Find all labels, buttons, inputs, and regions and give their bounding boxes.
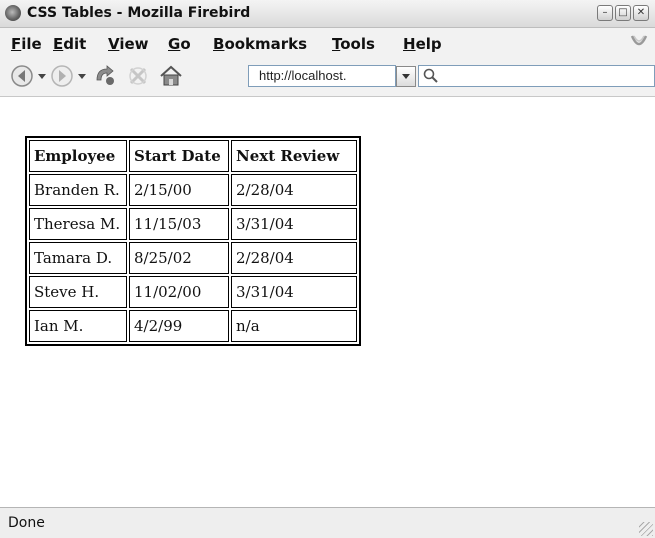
magnifier-icon — [423, 68, 438, 83]
firebird-app-icon — [5, 5, 21, 21]
cell-next-review: 3/31/04 — [231, 208, 357, 240]
cell-start-date: 2/15/00 — [129, 174, 229, 206]
navigation-toolbar: http://localhost. — [0, 58, 655, 97]
cell-next-review: n/a — [231, 310, 357, 342]
minimize-button[interactable]: – — [597, 5, 613, 21]
menu-help[interactable]: Help — [403, 35, 442, 53]
cell-employee: Ian M. — [29, 310, 127, 342]
header-employee: Employee — [29, 140, 127, 172]
cell-next-review: 2/28/04 — [231, 174, 357, 206]
cell-employee: Steve H. — [29, 276, 127, 308]
menu-bookmarks[interactable]: Bookmarks — [213, 35, 307, 53]
throbber-icon — [630, 35, 648, 46]
browser-window: CSS Tables - Mozilla Firebird – □ ✕ File… — [0, 0, 655, 538]
home-icon[interactable] — [158, 64, 184, 88]
back-history-dropdown[interactable] — [38, 74, 46, 79]
maximize-button[interactable]: □ — [615, 5, 631, 21]
menu-bar: File Edit View Go Bookmarks Tools Help — [0, 28, 655, 58]
forward-icon[interactable] — [50, 64, 74, 88]
page-content: Employee Start Date Next Review Branden … — [0, 97, 655, 507]
search-field[interactable] — [418, 65, 655, 87]
menu-edit[interactable]: Edit — [53, 35, 86, 53]
status-text: Done — [8, 515, 45, 531]
menu-tools[interactable]: Tools — [332, 35, 375, 53]
cell-next-review: 3/31/04 — [231, 276, 357, 308]
cell-start-date: 11/02/00 — [129, 276, 229, 308]
employee-table: Employee Start Date Next Review Branden … — [25, 136, 361, 346]
resize-grip-icon[interactable] — [639, 522, 653, 536]
forward-history-dropdown[interactable] — [78, 74, 86, 79]
cell-start-date: 8/25/02 — [129, 242, 229, 274]
url-history-dropdown[interactable] — [396, 66, 416, 87]
header-start-date: Start Date — [129, 140, 229, 172]
cell-employee: Theresa M. — [29, 208, 127, 240]
table-row: Ian M. 4/2/99 n/a — [29, 310, 357, 342]
cell-employee: Branden R. — [29, 174, 127, 206]
title-bar[interactable]: CSS Tables - Mozilla Firebird – □ ✕ — [0, 0, 655, 28]
cell-start-date: 11/15/03 — [129, 208, 229, 240]
menu-go[interactable]: Go — [168, 35, 191, 53]
close-button[interactable]: ✕ — [633, 5, 649, 21]
window-title: CSS Tables - Mozilla Firebird — [27, 5, 251, 21]
menu-view[interactable]: View — [108, 35, 149, 53]
cell-employee: Tamara D. — [29, 242, 127, 274]
cell-start-date: 4/2/99 — [129, 310, 229, 342]
url-text: http://localhost. — [259, 68, 347, 83]
stop-icon[interactable] — [126, 64, 150, 88]
menu-file[interactable]: File — [11, 35, 42, 53]
table-header-row: Employee Start Date Next Review — [29, 140, 357, 172]
header-next-review: Next Review — [231, 140, 357, 172]
cell-next-review: 2/28/04 — [231, 242, 357, 274]
table-row: Theresa M. 11/15/03 3/31/04 — [29, 208, 357, 240]
table-row: Steve H. 11/02/00 3/31/04 — [29, 276, 357, 308]
status-bar: Done — [0, 507, 655, 538]
reload-icon[interactable] — [92, 64, 118, 88]
url-field[interactable]: http://localhost. — [248, 65, 396, 87]
back-icon[interactable] — [10, 64, 34, 88]
table-row: Branden R. 2/15/00 2/28/04 — [29, 174, 357, 206]
table-row: Tamara D. 8/25/02 2/28/04 — [29, 242, 357, 274]
